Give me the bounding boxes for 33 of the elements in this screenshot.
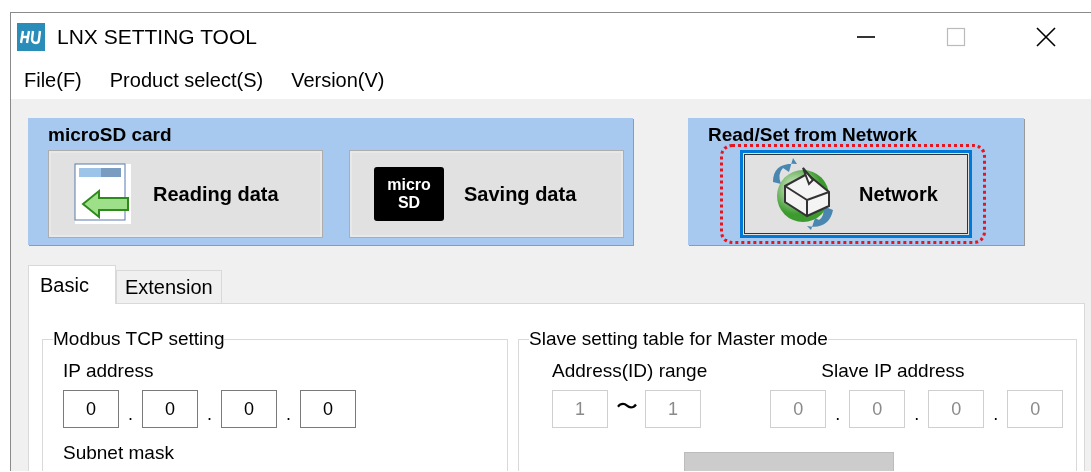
group-title: Modbus TCP setting	[53, 328, 225, 350]
dot-separator: .	[913, 404, 921, 426]
big-button[interactable]: Reading data	[48, 150, 323, 238]
tab[interactable]: Basic	[28, 265, 116, 304]
microsd-card-icon: micro SD	[374, 167, 444, 221]
field-label: Address(ID) range	[552, 360, 708, 382]
dot-separator: .	[206, 404, 213, 426]
field-label: Subnet mask	[63, 442, 174, 464]
close-icon[interactable]	[1036, 27, 1056, 47]
menu-item[interactable]: File(F)	[24, 68, 82, 92]
text-field[interactable]: 0	[221, 390, 277, 428]
menu-item[interactable]: Version(V)	[291, 68, 385, 92]
import-file-icon	[74, 163, 131, 224]
text-field[interactable]: 0	[142, 390, 198, 428]
panel-title: microSD card	[48, 124, 172, 146]
menu-item[interactable]: Product select(S)	[109, 68, 264, 92]
big-button[interactable]: Network	[740, 150, 972, 238]
network-plug-icon	[773, 158, 833, 230]
range-separator: 〜	[614, 393, 639, 421]
dot-separator: .	[992, 404, 1000, 426]
field-label: Slave IP address	[821, 360, 965, 382]
text-field[interactable]: 0	[63, 390, 119, 428]
panel-title: Read/Set from Network	[708, 124, 918, 146]
field-label: IP address	[63, 360, 154, 382]
group-title: Slave setting table for Master mode	[529, 328, 828, 350]
window-title: LNX SETTING TOOL	[57, 25, 258, 49]
dot-separator: .	[834, 404, 842, 426]
tab[interactable]: Extension	[115, 270, 222, 303]
dot-separator: .	[127, 404, 134, 426]
big-button[interactable]: micro SD Saving data	[349, 150, 624, 238]
text-field[interactable]: 0	[300, 390, 356, 428]
app-logo-icon	[17, 23, 45, 51]
dot-separator: .	[285, 404, 292, 426]
